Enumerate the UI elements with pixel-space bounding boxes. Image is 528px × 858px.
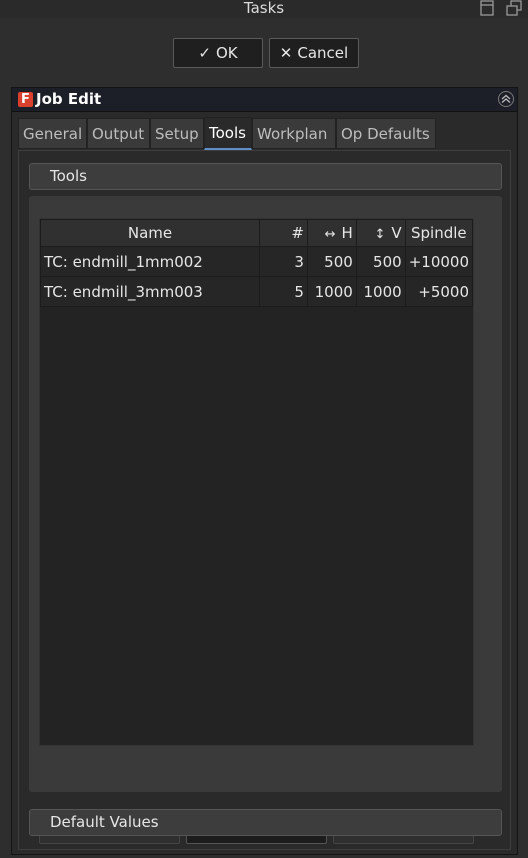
col-header-h-label: H	[341, 224, 353, 242]
tab-workplan[interactable]: Workplan	[252, 118, 336, 149]
tasks-titlebar: Tasks	[0, 0, 528, 18]
cell-v[interactable]: 500	[355, 246, 406, 277]
window-title: Tasks	[243, 0, 285, 17]
cell-v[interactable]: 1000	[355, 276, 406, 307]
vertical-arrow-icon: ↕	[374, 227, 386, 242]
tab-tools[interactable]: Tools	[204, 117, 252, 150]
job-edit-panel: F Job Edit General Output Setup Tools Wo…	[11, 87, 518, 855]
checkmark-icon: ✓	[198, 44, 211, 62]
cell-name[interactable]: TC: endmill_3mm003	[40, 276, 260, 307]
cancel-button[interactable]: ✕ Cancel	[269, 38, 359, 68]
cell-spindle[interactable]: +5000	[404, 276, 474, 307]
tab-general[interactable]: General	[18, 118, 87, 149]
float-window-icon[interactable]	[506, 0, 522, 16]
cell-number[interactable]: 3	[259, 246, 308, 277]
ok-button[interactable]: ✓ OK	[173, 38, 263, 68]
tool-table: Name # ↔ H ↕ V Spindle TC: endmill_1mm002	[39, 218, 474, 746]
cell-h[interactable]: 500	[306, 246, 357, 277]
cell-number[interactable]: 5	[259, 276, 308, 307]
col-header-spindle[interactable]: Spindle	[404, 219, 474, 247]
freecad-logo: F	[18, 92, 33, 107]
col-header-v-label: V	[391, 224, 402, 242]
tab-output[interactable]: Output	[87, 118, 150, 149]
col-header-v[interactable]: ↕ V	[355, 219, 406, 247]
cell-h[interactable]: 1000	[306, 276, 357, 307]
close-icon: ✕	[279, 44, 293, 62]
tab-op-defaults[interactable]: Op Defaults	[336, 118, 436, 149]
panel-title: Job Edit	[36, 90, 102, 108]
dock-icon[interactable]	[479, 0, 495, 16]
horizontal-arrow-icon: ↔	[324, 227, 336, 242]
col-header-name[interactable]: Name	[40, 219, 260, 247]
default-values-section-header[interactable]: Default Values	[29, 809, 502, 836]
ok-label: OK	[215, 44, 238, 62]
cell-name[interactable]: TC: endmill_1mm002	[40, 246, 260, 277]
tools-tab-content: Tools Name # ↔ H ↕ V Spindle TC: endmill…	[18, 150, 511, 850]
cell-spindle[interactable]: +10000	[404, 246, 474, 277]
col-header-number[interactable]: #	[259, 219, 308, 247]
tools-section-header[interactable]: Tools	[29, 163, 502, 190]
tab-setup[interactable]: Setup	[150, 118, 204, 149]
col-header-h[interactable]: ↔ H	[306, 219, 357, 247]
collapse-icon[interactable]	[498, 91, 514, 107]
table-row[interactable]: TC: endmill_1mm002 3 500 500 +10000	[40, 246, 474, 277]
panel-header: F Job Edit	[12, 88, 517, 112]
cancel-label: Cancel	[297, 44, 349, 62]
table-row[interactable]: TC: endmill_3mm003 5 1000 1000 +5000	[40, 276, 474, 307]
